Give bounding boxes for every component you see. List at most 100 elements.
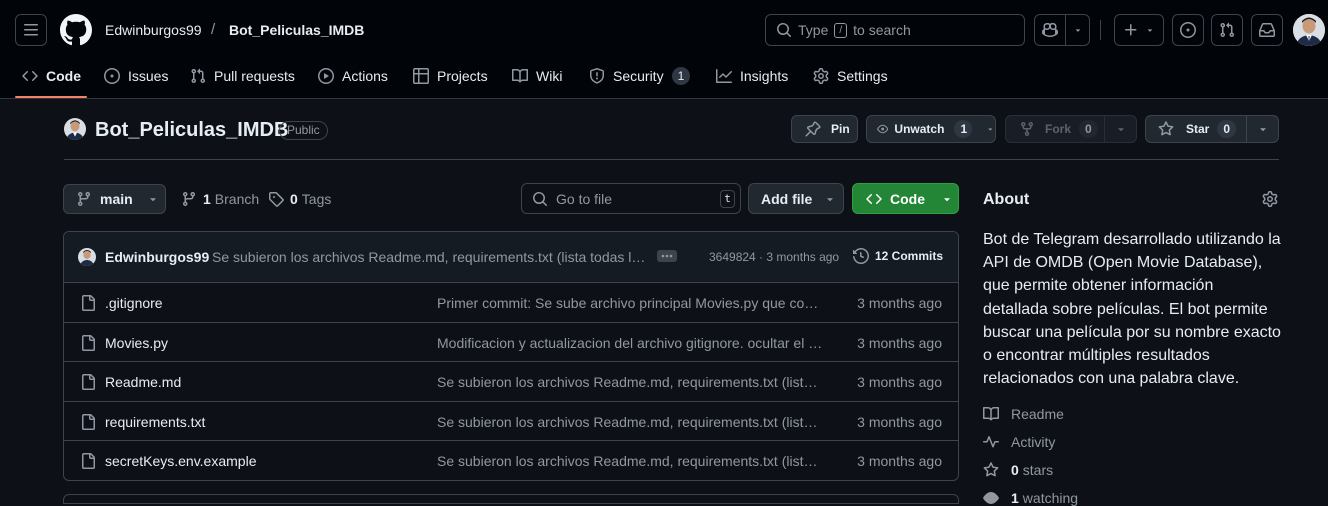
eye-icon [983, 492, 999, 504]
file-row[interactable]: Readme.md Se subieron los archivos Readm… [64, 361, 958, 401]
stars-label: stars [1022, 462, 1054, 478]
tab-issues[interactable]: Issues [104, 62, 168, 90]
security-counter-badge: 1 [671, 67, 691, 85]
file-name[interactable]: Readme.md [105, 374, 181, 390]
stars-link[interactable]: 0 stars [983, 462, 1053, 478]
readme-box-top [63, 494, 959, 504]
tab-pull-requests-label: Pull requests [214, 68, 295, 84]
avatar-portrait-icon [78, 248, 96, 266]
fork-button-group[interactable]: Fork 0 [1005, 115, 1137, 143]
book-icon [512, 68, 528, 83]
file-row[interactable]: secretKeys.env.example Se subieron los a… [64, 440, 958, 480]
code-dropdown-button[interactable]: Code [852, 183, 959, 214]
file-commit-message[interactable]: Se subieron los archivos Readme.md, requ… [437, 453, 823, 469]
star-count: 0 [1217, 120, 1237, 138]
create-new-button[interactable] [1114, 14, 1164, 46]
commit-author[interactable]: Edwinburgos99 [105, 249, 209, 265]
file-commit-message[interactable]: Se subieron los archivos Readme.md, requ… [437, 414, 823, 430]
file-icon [82, 414, 95, 430]
file-row[interactable]: Movies.py Modificacion y actualizacion d… [64, 322, 958, 362]
file-commit-message[interactable]: Primer commit: Se sube archivo principal… [437, 295, 823, 311]
plus-icon [1125, 24, 1137, 36]
tags-link[interactable]: 0 Tags [268, 191, 331, 207]
tab-projects[interactable]: Projects [413, 62, 488, 90]
file-icon [82, 453, 95, 469]
git-pull-request-icon [191, 68, 206, 84]
gear-icon [813, 68, 829, 84]
pin-button[interactable]: Pin [791, 115, 858, 143]
commit-author-avatar[interactable] [78, 248, 96, 266]
shield-icon [590, 68, 604, 84]
chevron-down-icon [149, 198, 156, 202]
ellipsis-icon [661, 254, 673, 258]
tab-settings[interactable]: Settings [813, 62, 888, 90]
tab-security[interactable]: Security 1 [589, 62, 691, 90]
menu-button[interactable] [15, 14, 47, 46]
add-file-label: Add file [761, 190, 813, 207]
branch-count: 1 [203, 191, 211, 207]
tab-actions[interactable]: Actions [318, 62, 388, 90]
unwatch-button[interactable]: Unwatch 1 [866, 115, 996, 143]
search-shortcut-key: / [834, 22, 848, 38]
file-name[interactable]: requirements.txt [105, 414, 205, 430]
branch-selector[interactable]: main [63, 184, 166, 214]
copilot-button[interactable] [1034, 14, 1090, 46]
watching-label: watching [1022, 490, 1079, 506]
eye-icon [877, 124, 889, 134]
table-icon [413, 68, 429, 84]
file-row[interactable]: requirements.txt Se subieron los archivo… [64, 401, 958, 441]
breadcrumb-repo[interactable]: Bot_Peliculas_IMDB [229, 22, 364, 38]
search-input[interactable]: Type / to search [765, 14, 1025, 46]
star-button-group[interactable]: Star 0 [1145, 115, 1279, 143]
issues-button[interactable] [1172, 14, 1204, 46]
star-icon [1158, 121, 1174, 136]
file-date: 3 months ago [857, 452, 942, 469]
about-settings-button[interactable] [1262, 191, 1278, 207]
watching-link[interactable]: 1 watching [983, 490, 1078, 506]
repo-name[interactable]: Bot_Peliculas_IMDB [95, 119, 288, 142]
pin-label: Pin [831, 122, 850, 136]
file-name[interactable]: secretKeys.env.example [105, 453, 256, 469]
star-button[interactable]: Star 0 [1146, 116, 1247, 142]
tab-insights[interactable]: Insights [716, 62, 788, 90]
code-icon [22, 70, 38, 82]
branches-link[interactable]: 1 Branch [181, 191, 259, 207]
user-avatar[interactable] [1293, 14, 1325, 46]
tab-wiki[interactable]: Wiki [512, 62, 562, 90]
readme-link[interactable]: Readme [983, 406, 1064, 422]
chevron-down-icon [1147, 29, 1153, 32]
tab-settings-label: Settings [837, 68, 888, 84]
chevron-down-icon [944, 197, 950, 201]
breadcrumb-separator: / [211, 21, 216, 38]
file-date: 3 months ago [857, 294, 942, 311]
file-name[interactable]: .gitignore [105, 295, 163, 311]
star-dropdown[interactable] [1247, 123, 1278, 135]
inbox-button[interactable] [1251, 14, 1283, 46]
commit-expand-button[interactable] [657, 250, 677, 262]
breadcrumb-owner[interactable]: Edwinburgos99 [105, 22, 202, 38]
add-file-button[interactable]: Add file [748, 183, 844, 214]
file-commit-message[interactable]: Se subieron los archivos Readme.md, requ… [437, 374, 823, 390]
file-commit-message[interactable]: Modificacion y actualizacion del archivo… [437, 335, 823, 351]
tab-code-label: Code [46, 68, 81, 84]
fork-count: 0 [1079, 120, 1098, 138]
inbox-icon [1259, 23, 1275, 37]
tab-pull-requests[interactable]: Pull requests [190, 62, 295, 90]
commit-message[interactable]: Se subieron los archivos Readme.md, requ… [212, 249, 649, 265]
active-tab-underline [15, 96, 87, 98]
tab-actions-label: Actions [342, 68, 388, 84]
chevron-down-icon [1259, 128, 1266, 132]
tab-code[interactable]: Code [22, 62, 81, 90]
file-row[interactable]: .gitignore Primer commit: Se sube archiv… [64, 282, 958, 322]
commits-link[interactable]: 12 Commits [853, 248, 943, 264]
pull-requests-button[interactable] [1211, 14, 1243, 46]
commit-meta[interactable]: 3649824 · 3 months ago [709, 250, 839, 264]
github-logo-icon[interactable] [60, 14, 92, 46]
file-name[interactable]: Movies.py [105, 335, 168, 351]
go-to-file-input[interactable]: Go to file t [521, 183, 741, 214]
activity-link[interactable]: Activity [983, 434, 1055, 450]
fork-dropdown[interactable] [1105, 123, 1136, 135]
go-to-file-placeholder: Go to file [556, 190, 613, 207]
fork-button[interactable]: Fork 0 [1006, 116, 1105, 142]
title-divider [64, 159, 1279, 160]
